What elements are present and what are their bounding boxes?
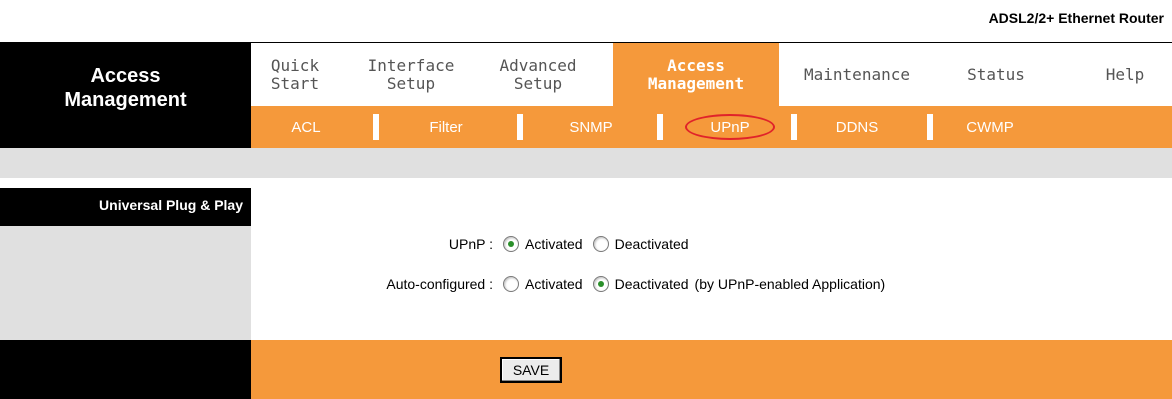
subtab-filter[interactable]: Filter	[401, 112, 491, 142]
page-section-title-line2: Management	[64, 89, 187, 111]
section-side-panel	[0, 226, 251, 340]
tab-status[interactable]: Status	[951, 47, 1041, 103]
auto-configured-note: (by UPnP-enabled Application)	[694, 276, 886, 292]
sub-nav: ACL Filter SNMP UPnP DDNS CWMP	[251, 106, 1172, 148]
save-button[interactable]: SAVE	[500, 357, 562, 383]
page-section-title: Access Management	[0, 64, 251, 112]
tab-quick-start-line1: Quick	[270, 56, 320, 75]
subtab-upnp-label: UPnP	[710, 118, 750, 136]
auto-configured-deactivated-radio[interactable]	[592, 276, 609, 292]
upnp-row: UPnP : Activated Deactivated	[251, 230, 1172, 258]
spacer	[0, 178, 1172, 188]
router-model-label: ADSL2/2+ Ethernet Router	[988, 10, 1164, 26]
subtab-acl[interactable]: ACL	[271, 112, 341, 142]
upnp-deactivated-radio[interactable]	[592, 236, 609, 252]
auto-configured-row: Auto-configured : Activated Deactivated …	[251, 270, 1172, 298]
sub-nav-separator	[373, 114, 379, 140]
subtab-cwmp[interactable]: CWMP	[945, 112, 1035, 142]
tab-help[interactable]: Help	[1085, 47, 1165, 103]
subtab-snmp[interactable]: SNMP	[541, 112, 641, 142]
tab-maintenance[interactable]: Maintenance	[787, 47, 927, 103]
auto-configured-activated-radio[interactable]	[503, 276, 519, 292]
sub-nav-separator	[927, 114, 933, 140]
tab-quick-start[interactable]: Quick Start	[255, 47, 335, 103]
main-nav: Quick Start Interface Setup Advanced Setup …	[251, 42, 1172, 107]
tab-interface-setup-line2: Setup	[386, 74, 436, 93]
upnp-label: UPnP :	[448, 236, 493, 252]
sub-nav-separator	[791, 114, 797, 140]
gray-divider-band	[0, 148, 1172, 178]
selected-highlight-circle: UPnP	[685, 114, 775, 140]
tab-maintenance-line1: Maintenance	[804, 65, 910, 84]
footer-left-block	[0, 340, 251, 399]
auto-configured-activated-label: Activated	[525, 276, 583, 292]
subtab-ddns[interactable]: DDNS	[807, 112, 907, 142]
auto-configured-deactivated-label: Deactivated	[614, 276, 689, 292]
upnp-deactivated-label: Deactivated	[614, 236, 689, 252]
upnp-activated-radio[interactable]	[503, 236, 519, 252]
tab-access-management[interactable]: Access Management	[613, 43, 779, 107]
tab-access-management-line2: Management	[647, 74, 745, 93]
tab-interface-setup-line1: Interface	[367, 56, 455, 75]
sub-nav-separator	[657, 114, 663, 140]
tab-advanced-setup-line1: Advanced	[499, 56, 577, 75]
tab-status-line1: Status	[967, 65, 1025, 84]
footer-bar	[251, 340, 1172, 399]
upnp-activated-label: Activated	[525, 236, 583, 252]
tab-advanced-setup-line2: Setup	[513, 74, 563, 93]
sub-nav-separator	[517, 114, 523, 140]
subtab-upnp[interactable]: UPnP	[675, 112, 785, 142]
page-section-title-line1: Access	[90, 65, 161, 87]
tab-interface-setup[interactable]: Interface Setup	[361, 47, 461, 103]
tab-quick-start-line2: Start	[270, 74, 320, 93]
auto-configured-label: Auto-configured :	[386, 276, 493, 292]
tab-help-line1: Help	[1105, 65, 1145, 84]
tab-advanced-setup[interactable]: Advanced Setup	[483, 47, 593, 103]
tab-access-management-line1: Access	[667, 56, 725, 75]
section-title: Universal Plug & Play	[99, 197, 243, 213]
